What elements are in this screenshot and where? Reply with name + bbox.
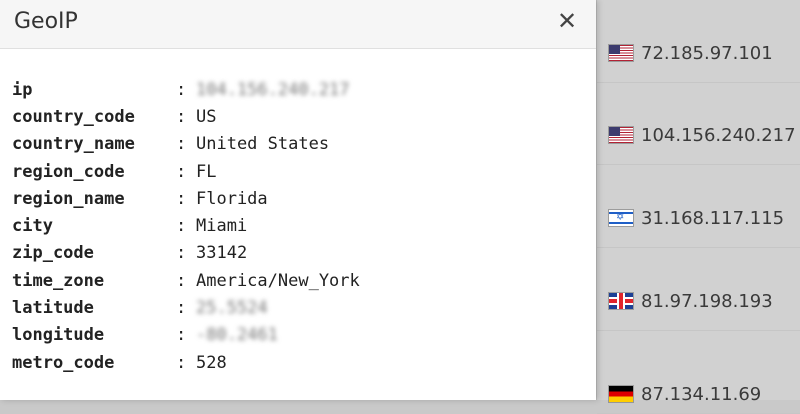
ip-address: 81.97.198.193	[641, 290, 773, 312]
ip-list-item[interactable]: 104.156.240.217	[597, 82, 800, 165]
detail-separator: :	[176, 216, 187, 237]
detail-separator: :	[176, 79, 187, 100]
detail-row-country-code: country_code : US	[12, 103, 360, 130]
detail-key: metro_code	[12, 352, 115, 373]
detail-row-longitude: longitude : -80.2461	[12, 322, 360, 349]
detail-row-region-code: region_code : FL	[12, 158, 360, 185]
ip-list: 72.185.97.101 104.156.240.217 31.168.117…	[596, 0, 800, 414]
detail-key: zip_code	[12, 243, 94, 264]
detail-key: country_code	[12, 106, 135, 127]
detail-key: region_code	[12, 161, 125, 182]
detail-key: longitude	[12, 325, 105, 346]
detail-separator: :	[176, 188, 187, 209]
detail-value-redacted: 104.156.240.217	[196, 79, 350, 100]
us-flag-icon	[609, 45, 633, 61]
detail-value: America/New_York	[196, 270, 360, 291]
detail-key: ip	[12, 79, 33, 100]
detail-value: 528	[196, 352, 227, 373]
detail-value-redacted: -80.2461	[196, 325, 278, 346]
detail-key: region_name	[12, 188, 125, 209]
detail-row-country-name: country_name : United States	[12, 131, 360, 158]
detail-value-redacted: 25.5524	[196, 298, 268, 319]
detail-separator: :	[176, 325, 187, 346]
ip-list-item[interactable]: 72.185.97.101	[597, 0, 800, 83]
detail-value: Miami	[196, 216, 248, 237]
detail-key: country_name	[12, 134, 135, 155]
ip-address: 72.185.97.101	[641, 42, 773, 64]
detail-separator: :	[176, 270, 187, 291]
detail-separator: :	[176, 352, 187, 373]
modal-title: GeoIP	[14, 9, 78, 34]
il-flag-icon	[609, 210, 633, 226]
detail-value: US	[196, 106, 217, 127]
geoip-details: ip : 104.156.240.217 country_code : US c…	[12, 76, 360, 376]
ip-address: 31.168.117.115	[641, 207, 785, 229]
detail-row-ip: ip : 104.156.240.217	[12, 76, 360, 103]
ip-list-item[interactable]: 87.134.11.69	[597, 331, 800, 414]
detail-key: latitude	[12, 298, 94, 319]
detail-separator: :	[176, 161, 187, 182]
ip-address: 87.134.11.69	[641, 383, 762, 405]
geoip-modal: GeoIP ✕ ip : 104.156.240.217 country_cod…	[0, 0, 596, 400]
detail-row-time-zone: time_zone : America/New_York	[12, 267, 360, 294]
detail-separator: :	[176, 106, 187, 127]
modal-header: GeoIP ✕	[0, 0, 596, 49]
ip-address: 104.156.240.217	[641, 124, 796, 146]
detail-value: 33142	[196, 243, 248, 264]
us-flag-icon	[609, 127, 633, 143]
detail-key: city	[12, 216, 53, 237]
detail-value: FL	[196, 161, 217, 182]
detail-separator: :	[176, 243, 187, 264]
detail-value: United States	[196, 134, 330, 155]
detail-key: time_zone	[12, 270, 105, 291]
detail-row-city: city : Miami	[12, 212, 360, 239]
ip-list-item[interactable]: 31.168.117.115	[597, 165, 800, 248]
ip-list-item[interactable]: 81.97.198.193	[597, 248, 800, 331]
detail-separator: :	[176, 134, 187, 155]
detail-row-region-name: region_name : Florida	[12, 185, 360, 212]
detail-row-latitude: latitude : 25.5524	[12, 294, 360, 321]
detail-row-metro-code: metro_code : 528	[12, 349, 360, 376]
detail-separator: :	[176, 298, 187, 319]
detail-value: Florida	[196, 188, 268, 209]
gb-flag-icon	[609, 293, 633, 309]
close-icon[interactable]: ✕	[554, 6, 580, 36]
detail-row-zip-code: zip_code : 33142	[12, 240, 360, 267]
